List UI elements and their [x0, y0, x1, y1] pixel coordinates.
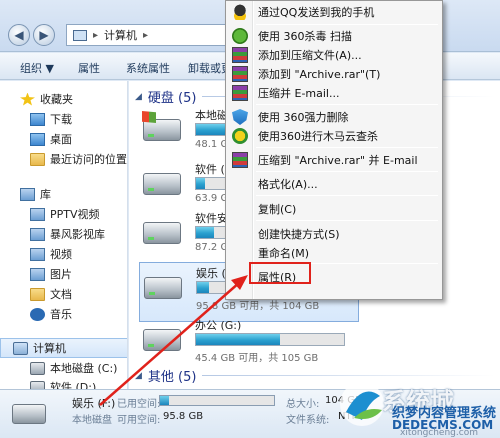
nav-downloads[interactable]: 下载	[0, 109, 127, 129]
drive-usage-fill	[196, 227, 214, 238]
video-library-icon	[30, 207, 45, 221]
nav-pictures[interactable]: 图片	[0, 264, 127, 284]
back-button[interactable]: ◀	[8, 24, 30, 46]
chevron-right-icon: ▸	[93, 29, 99, 41]
desktop-icon	[30, 132, 45, 146]
drive-info: 63.9 G	[195, 193, 229, 204]
menu-item-compress-email[interactable]: 压缩并 E-mail...	[228, 82, 440, 104]
drive-info: 48.1 G	[195, 139, 229, 150]
video-library-icon	[30, 247, 45, 261]
forward-button[interactable]: ▶	[33, 24, 55, 46]
download-folder-icon	[30, 112, 45, 126]
collapse-triangle-icon: ◢	[135, 91, 142, 102]
nav-baofeng[interactable]: 暴风影视库	[0, 224, 127, 244]
details-usage-bar	[159, 395, 275, 406]
hard-drive-icon	[143, 222, 181, 244]
menu-item-format[interactable]: 格式化(A)...	[228, 173, 440, 195]
menu-separator	[256, 104, 438, 105]
winrar-icon	[232, 66, 248, 82]
nav-recent[interactable]: 最近访问的位置	[0, 149, 127, 169]
details-free-value: 95.8 GB	[163, 411, 204, 422]
winrar-icon	[232, 47, 248, 63]
nav-documents[interactable]: 文档	[0, 284, 127, 304]
system-properties-button[interactable]: 系统属性	[126, 60, 170, 76]
details-used-label: 已用空间:	[117, 399, 161, 410]
nav-computer[interactable]: 计算机	[0, 338, 127, 358]
nav-pptv[interactable]: PPTV视频	[0, 204, 127, 224]
menu-separator	[256, 220, 438, 221]
nav-music[interactable]: 音乐	[0, 304, 127, 324]
trojan-scan-icon	[232, 128, 248, 144]
winrar-icon	[232, 85, 248, 101]
menu-item-compress-rar-email[interactable]: 压缩到 "Archive.rar" 并 E-mail	[228, 149, 440, 171]
nav-drive-c[interactable]: 本地磁盘 (C:)	[0, 358, 127, 378]
star-icon	[20, 92, 35, 106]
antivirus-360-icon	[232, 28, 248, 44]
hard-drive-icon	[12, 404, 46, 424]
details-fs-label: 文件系统:	[286, 415, 330, 426]
hard-drive-icon	[143, 329, 181, 351]
collapse-triangle-icon: ◢	[135, 370, 142, 381]
details-usage-fill	[160, 396, 170, 405]
menu-item-copy[interactable]: 复制(C)	[228, 198, 440, 220]
menu-separator	[256, 195, 438, 196]
menu-separator	[256, 147, 438, 148]
documents-library-icon	[30, 287, 45, 301]
menu-separator	[256, 171, 438, 172]
drive-name: 本地磁	[195, 109, 228, 122]
address-bar[interactable]: ▸ 计算机 ▸	[66, 24, 236, 46]
breadcrumb-computer[interactable]: 计算机	[104, 27, 137, 43]
video-library-icon	[30, 227, 45, 241]
library-icon	[20, 187, 35, 201]
details-type: 本地磁盘	[72, 415, 112, 426]
drive-usage-fill	[196, 178, 205, 189]
details-total-label: 总大小:	[286, 399, 320, 410]
nav-libraries[interactable]: 库	[0, 184, 127, 204]
drive-usage-bar	[195, 333, 345, 346]
nav-favorites[interactable]: 收藏夹	[0, 89, 127, 109]
windows-logo-icon	[142, 111, 156, 123]
computer-icon	[73, 29, 87, 41]
computer-icon	[13, 341, 28, 355]
qq-penguin-icon	[232, 4, 248, 20]
drive-name: 办公 (G:)	[195, 319, 242, 332]
nav-desktop[interactable]: 桌面	[0, 129, 127, 149]
organize-button[interactable]: 组织 ▼	[20, 60, 54, 76]
drive-info: 87.2 G	[195, 242, 229, 253]
context-menu: 通过QQ发送到我的手机 使用 360杀毒 扫描 添加到压缩文件(A)... 添加…	[225, 0, 443, 300]
pictures-library-icon	[30, 267, 45, 281]
chevron-right-icon: ▸	[143, 29, 149, 41]
menu-item-rename[interactable]: 重命名(M)	[228, 242, 440, 264]
details-free-label: 可用空间:	[117, 415, 161, 426]
navigation-pane: 收藏夹 下载 桌面 最近访问的位置 库 PPTV视频 暴风影视库 视频 图片 文…	[0, 81, 128, 389]
hard-drive-icon	[143, 173, 181, 195]
menu-item-360-trojan-scan[interactable]: 使用360进行木马云查杀	[228, 125, 440, 147]
hard-drive-icon	[30, 361, 45, 375]
properties-highlight-box	[249, 262, 311, 284]
menu-item-send-to-phone[interactable]: 通过QQ发送到我的手机	[228, 1, 440, 23]
details-drive-name: 娱乐 (F:)	[72, 397, 116, 410]
nav-videos[interactable]: 视频	[0, 244, 127, 264]
drive-usage-fill	[196, 334, 281, 345]
hard-drive-icon	[144, 277, 182, 299]
winrar-icon	[232, 152, 248, 168]
drive-info: 45.4 GB 可用，共 105 GB	[195, 353, 319, 364]
nav-drive-d[interactable]: 软件 (D:)	[0, 377, 127, 389]
music-library-icon	[30, 307, 45, 321]
recent-places-icon	[30, 152, 45, 166]
properties-button[interactable]: 属性	[78, 60, 100, 76]
hard-drive-icon	[30, 380, 45, 389]
drive-usage-fill	[197, 282, 209, 293]
watermark-line3: xitongcheng.com	[400, 428, 478, 438]
shield-icon	[232, 109, 248, 125]
